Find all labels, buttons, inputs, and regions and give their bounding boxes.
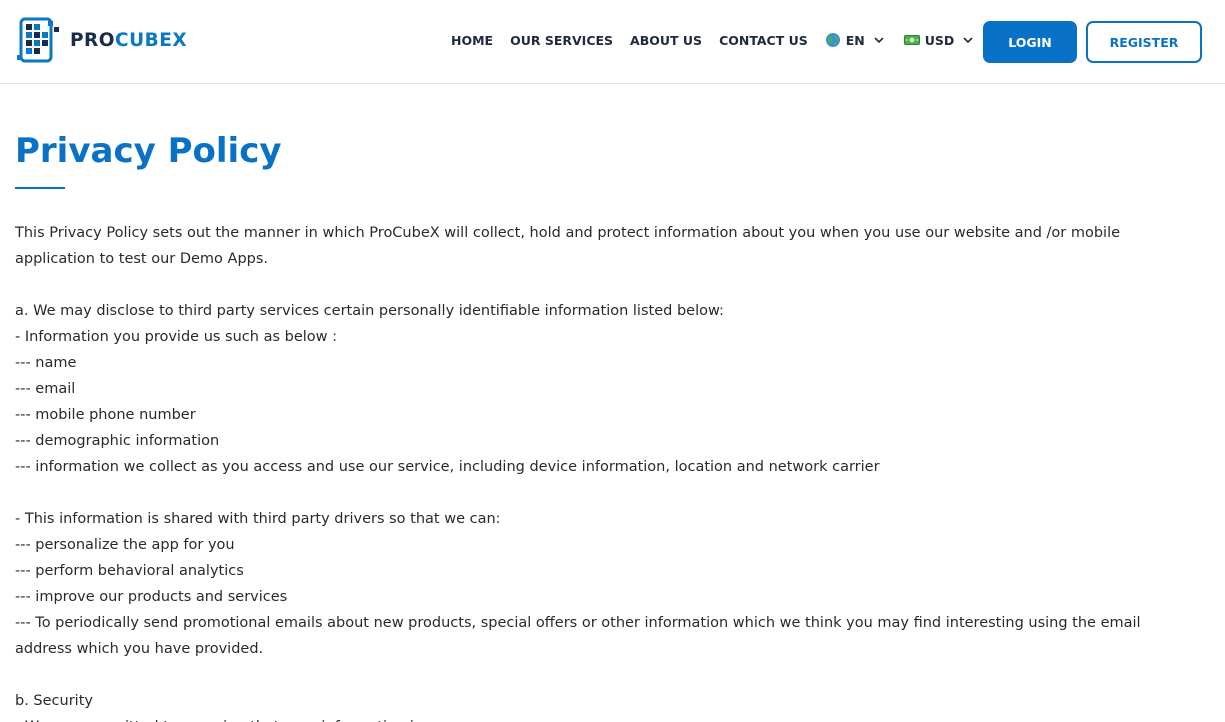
list-item: address which you have provided. <box>15 641 264 657</box>
list-item: --- email <box>15 381 76 397</box>
list-item: --- To periodically send promotional ema… <box>15 615 1141 631</box>
brand-wordmark: PROCUBEX <box>70 30 187 51</box>
list-item: --- personalize the app for you <box>15 537 235 553</box>
intro-line-2: application to test our Demo Apps. <box>15 251 269 267</box>
language-selected: EN <box>845 32 865 48</box>
title-underline <box>15 187 65 189</box>
list-item: --- demographic information <box>15 433 220 449</box>
language-dropdown[interactable]: EN <box>825 32 884 48</box>
section-b-text: - We are committed to ensuring that your… <box>15 714 1205 722</box>
nav-about-link[interactable]: ABOUT US <box>630 33 702 48</box>
logo-icon <box>17 17 59 63</box>
brand-logo[interactable]: PROCUBEX <box>15 15 187 65</box>
register-button[interactable]: REGISTER <box>1086 21 1202 63</box>
policy-content: This Privacy Policy sets out the manner … <box>15 220 1205 722</box>
list-item: --- mobile phone number <box>15 407 196 423</box>
intro-line-1: This Privacy Policy sets out the manner … <box>15 225 1121 241</box>
page-title: Privacy Policy <box>15 131 282 171</box>
nav-home-link[interactable]: HOME <box>451 33 493 48</box>
currency-dropdown[interactable]: USD <box>903 32 974 48</box>
chevron-down-icon <box>963 37 973 44</box>
provide-heading: - Information you provide us such as bel… <box>15 329 337 345</box>
login-button[interactable]: LOGIN <box>983 21 1077 63</box>
shared-heading: - This information is shared with third … <box>15 511 501 527</box>
globe-icon <box>825 33 840 47</box>
banknote-icon <box>903 35 920 45</box>
nav-contact-link[interactable]: CONTACT US <box>719 33 808 48</box>
list-item: --- information we collect as you access… <box>15 459 880 475</box>
list-item: --- improve our products and services <box>15 589 288 605</box>
list-item: --- perform behavioral analytics <box>15 563 244 579</box>
section-a-heading: a. We may disclose to third party servic… <box>15 303 724 319</box>
nav-services-link[interactable]: OUR SERVICES <box>510 33 613 48</box>
brand-wordmark-cubex: CUBEX <box>115 29 188 51</box>
currency-selected: USD <box>924 32 955 48</box>
main-nav: HOME OUR SERVICES ABOUT US CONTACT US EN <box>451 31 973 49</box>
brand-wordmark-pro: PRO <box>70 29 116 51</box>
list-item: --- name <box>15 355 77 371</box>
chevron-down-icon <box>874 37 884 44</box>
site-header: PROCUBEX HOME OUR SERVICES ABOUT US CONT… <box>0 0 1225 84</box>
section-b-heading: b. Security <box>15 693 93 709</box>
